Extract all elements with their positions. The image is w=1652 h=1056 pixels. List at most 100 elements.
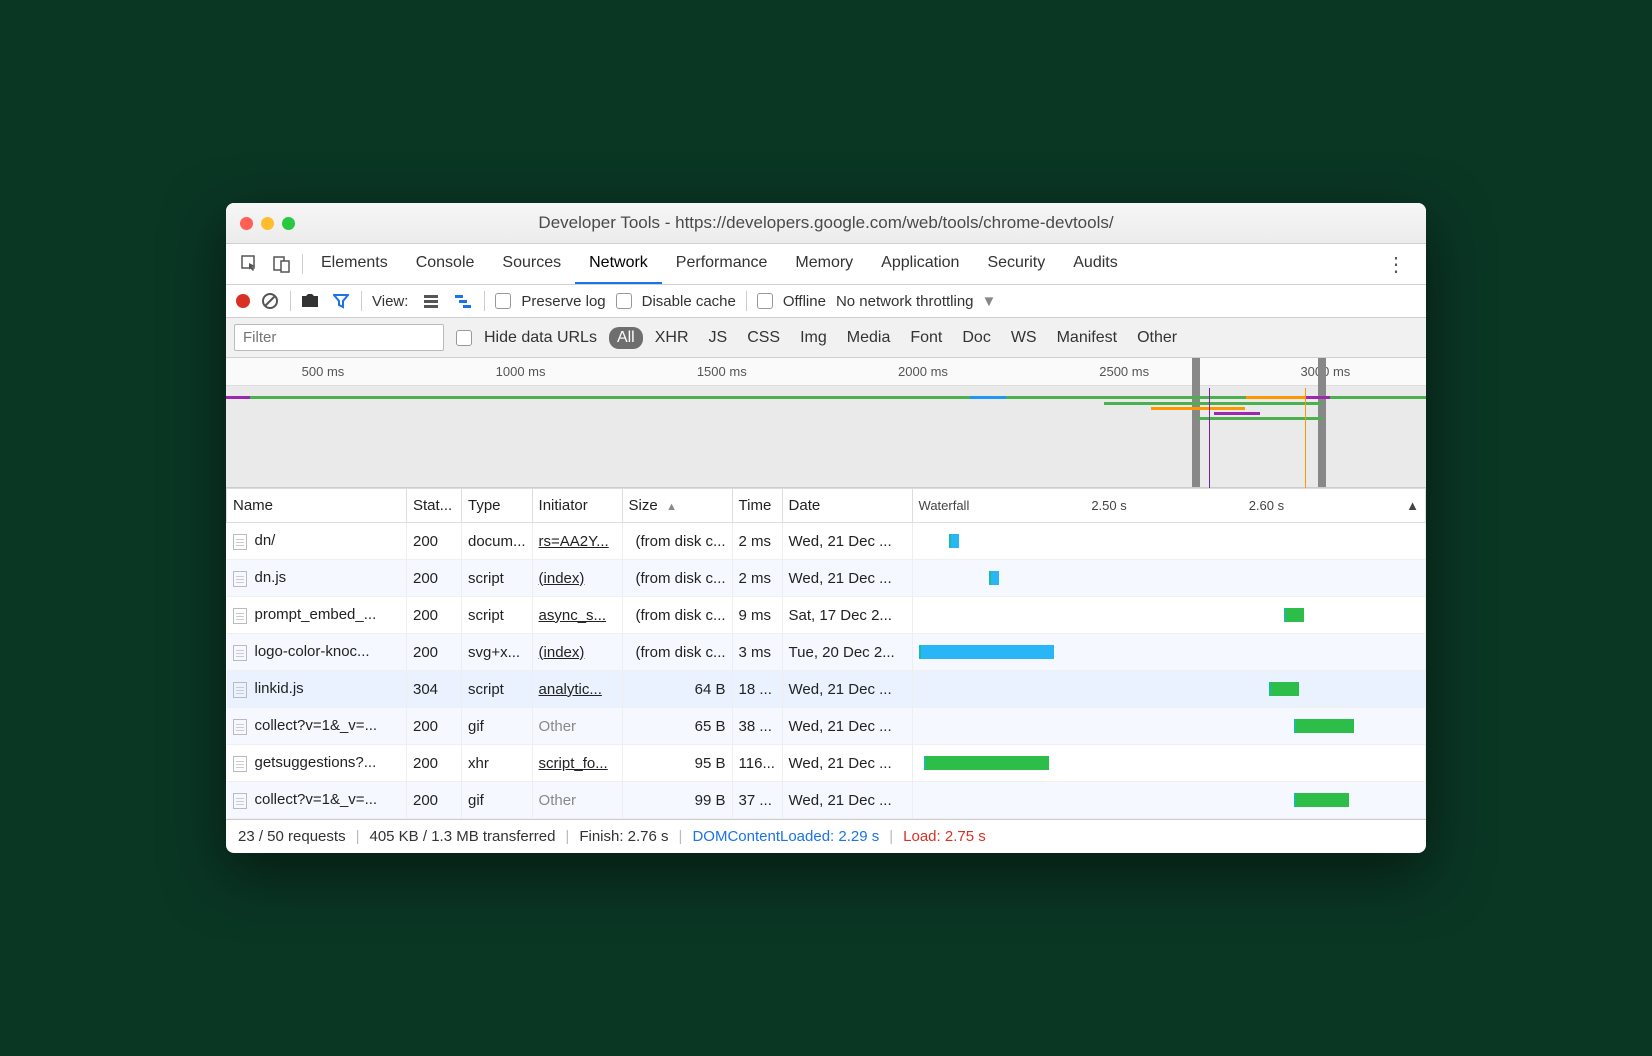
table-row[interactable]: getsuggestions?...200xhrscript_fo...95 B… [227, 745, 1426, 782]
waterfall-bar [919, 677, 1419, 701]
col-status[interactable]: Stat... [407, 489, 462, 523]
separator [746, 291, 747, 311]
hide-data-urls-checkbox[interactable] [456, 330, 472, 346]
transferred-size: 405 KB / 1.3 MB transferred [369, 828, 555, 845]
overview-tick: 1000 ms [496, 364, 546, 379]
filter-input[interactable] [234, 324, 444, 351]
waterfall-bar [919, 529, 1419, 553]
preserve-log-checkbox[interactable] [495, 293, 511, 309]
waterfall-bar [919, 603, 1419, 627]
file-icon [233, 571, 247, 587]
file-icon [233, 645, 247, 661]
filter-icon[interactable] [331, 291, 351, 311]
load-time: Load: 2.75 s [903, 828, 986, 845]
table-row[interactable]: dn.js200script(index)(from disk c...2 ms… [227, 560, 1426, 597]
requests-count: 23 / 50 requests [238, 828, 346, 845]
tab-console[interactable]: Console [402, 244, 489, 284]
filter-type-manifest[interactable]: Manifest [1049, 327, 1125, 349]
overview-tick: 2000 ms [898, 364, 948, 379]
devtools-window: Developer Tools - https://developers.goo… [226, 203, 1426, 853]
filter-type-doc[interactable]: Doc [954, 327, 998, 349]
file-icon [233, 682, 247, 698]
sort-asc-icon: ▲ [1406, 498, 1419, 513]
tab-sources[interactable]: Sources [488, 244, 575, 284]
col-date[interactable]: Date [782, 489, 912, 523]
table-header-row: Name Stat... Type Initiator Size ▲ Time … [227, 489, 1426, 523]
table-row[interactable]: dn/200docum...rs=AA2Y...(from disk c...2… [227, 523, 1426, 560]
col-waterfall[interactable]: Waterfall 2.50 s 2.60 s ▲ [912, 489, 1425, 523]
col-name[interactable]: Name [227, 489, 407, 523]
disable-cache-label: Disable cache [642, 293, 736, 310]
view-label: View: [372, 293, 408, 310]
tab-audits[interactable]: Audits [1059, 244, 1131, 284]
table-row[interactable]: prompt_embed_...200scriptasync_s...(from… [227, 597, 1426, 634]
tab-performance[interactable]: Performance [662, 244, 782, 284]
device-toggle-icon[interactable] [272, 254, 292, 274]
filter-type-xhr[interactable]: XHR [647, 327, 697, 349]
tab-security[interactable]: Security [973, 244, 1059, 284]
preserve-log-label: Preserve log [521, 293, 605, 310]
more-icon[interactable]: ⋮ [1374, 252, 1418, 277]
dcl-time: DOMContentLoaded: 2.29 s [692, 828, 879, 845]
disable-cache-checkbox[interactable] [616, 293, 632, 309]
separator [302, 254, 303, 274]
throttling-select[interactable]: No network throttling ▼ [836, 293, 996, 310]
filter-type-ws[interactable]: WS [1003, 327, 1045, 349]
table-row[interactable]: logo-color-knoc...200svg+x...(index)(fro… [227, 634, 1426, 671]
filter-type-other[interactable]: Other [1129, 327, 1185, 349]
file-icon [233, 534, 247, 550]
minimize-icon[interactable] [261, 217, 274, 230]
overview-tick: 2500 ms [1099, 364, 1149, 379]
maximize-icon[interactable] [282, 217, 295, 230]
table-row[interactable]: collect?v=1&_v=...200gifOther99 B37 ...W… [227, 782, 1426, 819]
close-icon[interactable] [240, 217, 253, 230]
throttling-value: No network throttling [836, 293, 974, 310]
col-initiator[interactable]: Initiator [532, 489, 622, 523]
separator [361, 291, 362, 311]
window-title: Developer Tools - https://developers.goo… [240, 213, 1412, 233]
traffic-lights [240, 217, 295, 230]
filter-type-css[interactable]: CSS [739, 327, 788, 349]
capture-screenshots-icon[interactable] [301, 291, 321, 311]
table-row[interactable]: linkid.js304scriptanalytic...64 B18 ...W… [227, 671, 1426, 708]
offline-checkbox[interactable] [757, 293, 773, 309]
waterfall-view-icon[interactable] [454, 291, 474, 311]
waterfall-bar [919, 714, 1419, 738]
inspect-icon[interactable] [240, 254, 260, 274]
timeline-overview[interactable]: 500 ms1000 ms1500 ms2000 ms2500 ms3000 m… [226, 358, 1426, 488]
requests-table: Name Stat... Type Initiator Size ▲ Time … [226, 488, 1426, 819]
tab-memory[interactable]: Memory [781, 244, 867, 284]
panel-tabs: ElementsConsoleSourcesNetworkPerformance… [226, 244, 1426, 285]
sort-asc-icon: ▲ [666, 501, 677, 513]
record-icon[interactable] [236, 294, 250, 308]
hide-data-urls-label: Hide data URLs [484, 329, 597, 347]
waterfall-bar [919, 640, 1419, 664]
filter-type-all[interactable]: All [609, 327, 643, 349]
clear-icon[interactable] [260, 291, 280, 311]
filter-type-media[interactable]: Media [839, 327, 899, 349]
col-time[interactable]: Time [732, 489, 782, 523]
waterfall-bar [919, 751, 1419, 775]
file-icon [233, 608, 247, 624]
overview-tick: 1500 ms [697, 364, 747, 379]
tab-elements[interactable]: Elements [307, 244, 402, 284]
separator [484, 291, 485, 311]
filter-type-font[interactable]: Font [902, 327, 950, 349]
large-rows-icon[interactable] [418, 293, 444, 310]
file-icon [233, 719, 247, 735]
finish-time: Finish: 2.76 s [579, 828, 668, 845]
col-type[interactable]: Type [462, 489, 533, 523]
table-row[interactable]: collect?v=1&_v=...200gifOther65 B38 ...W… [227, 708, 1426, 745]
file-icon [233, 756, 247, 772]
separator [290, 291, 291, 311]
filter-type-js[interactable]: JS [701, 327, 736, 349]
offline-label: Offline [783, 293, 826, 310]
tab-network[interactable]: Network [575, 244, 662, 284]
tab-application[interactable]: Application [867, 244, 973, 284]
title-bar: Developer Tools - https://developers.goo… [226, 203, 1426, 244]
col-size[interactable]: Size ▲ [622, 489, 732, 523]
chevron-down-icon: ▼ [982, 293, 997, 310]
filter-type-img[interactable]: Img [792, 327, 835, 349]
waterfall-bar [919, 566, 1419, 590]
network-toolbar: View: Preserve log Disable cache Offline… [226, 285, 1426, 318]
